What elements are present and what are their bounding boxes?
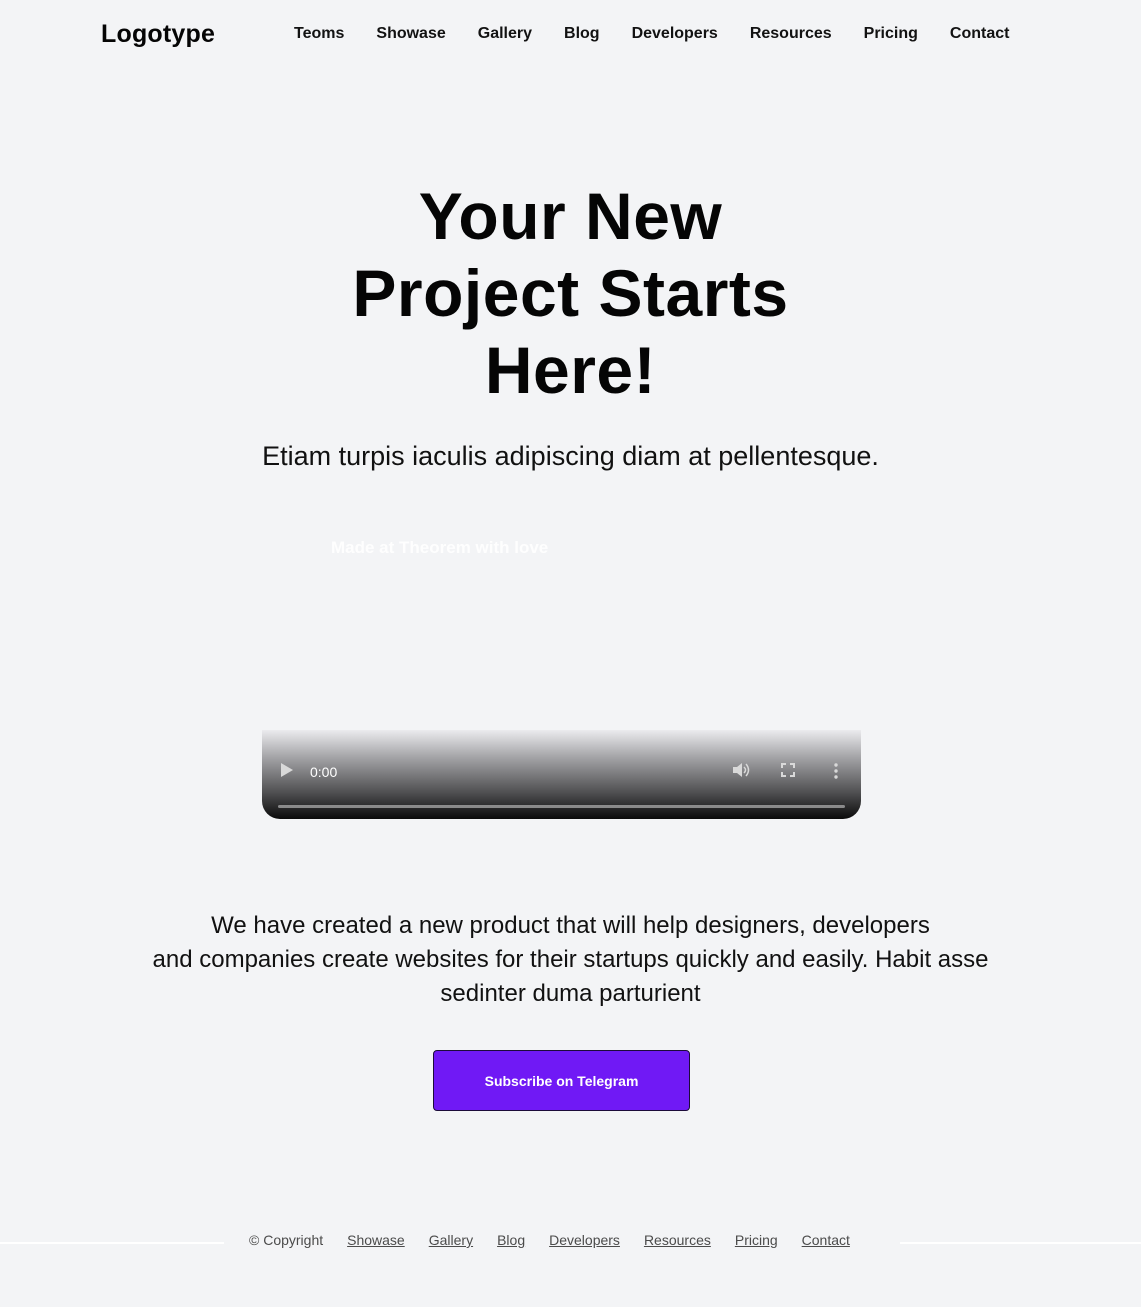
product-description: We have created a new product that will … [0,909,1141,1011]
site-header: Logotype Teoms Showase Gallery Blog Deve… [0,0,1141,72]
footer-copyright: © Copyright [249,1232,324,1248]
volume-icon[interactable] [732,762,750,778]
footer-link-contact[interactable]: Contact [802,1232,850,1248]
hero-subtitle: Etiam turpis iaculis adipiscing diam at … [262,441,879,471]
hero-title: Your New Project Starts Here! [0,178,1141,409]
nav-link-resources[interactable]: Resources [750,25,832,43]
description-line: We have created a new product that will … [211,912,930,939]
nav-link-gallery[interactable]: Gallery [478,25,532,43]
fullscreen-icon[interactable] [781,763,795,777]
video-player[interactable]: Made at Theorem with love 0:00 [262,520,861,819]
hero-title-line: Project Starts [352,256,789,330]
main-navigation: Teoms Showase Gallery Blog Developers Re… [294,25,1009,43]
logo[interactable]: Logotype [101,20,215,49]
nav-link-showase[interactable]: Showase [376,25,445,43]
description-line: sedinter duma parturient [440,980,701,1007]
nav-link-developers[interactable]: Developers [632,25,718,43]
hero-title-line: Your New [418,179,723,253]
video-progress-bar[interactable] [278,805,845,808]
hero-title-line: Here! [484,333,657,407]
video-controls: 0:00 [262,730,861,819]
site-footer: © Copyright Showase Gallery Blog Develop… [249,1232,850,1248]
footer-link-developers[interactable]: Developers [549,1232,620,1248]
nav-link-contact[interactable]: Contact [950,25,1010,43]
footer-link-pricing[interactable]: Pricing [735,1232,778,1248]
footer-link-gallery[interactable]: Gallery [429,1232,473,1248]
footer-link-resources[interactable]: Resources [644,1232,711,1248]
footer-divider-right [900,1242,1141,1244]
play-icon[interactable] [280,762,294,778]
description-line: and companies create websites for their … [152,946,989,973]
footer-link-showase[interactable]: Showase [347,1232,405,1248]
video-overlay-text: Made at Theorem with love [331,538,549,557]
nav-link-teoms[interactable]: Teoms [294,25,344,43]
more-options-icon[interactable] [834,763,838,779]
subscribe-telegram-button[interactable]: Subscribe on Telegram [433,1050,690,1111]
nav-link-pricing[interactable]: Pricing [864,25,918,43]
footer-link-blog[interactable]: Blog [497,1232,525,1248]
video-time: 0:00 [310,764,338,780]
nav-link-blog[interactable]: Blog [564,25,600,43]
footer-divider-left [0,1242,224,1244]
